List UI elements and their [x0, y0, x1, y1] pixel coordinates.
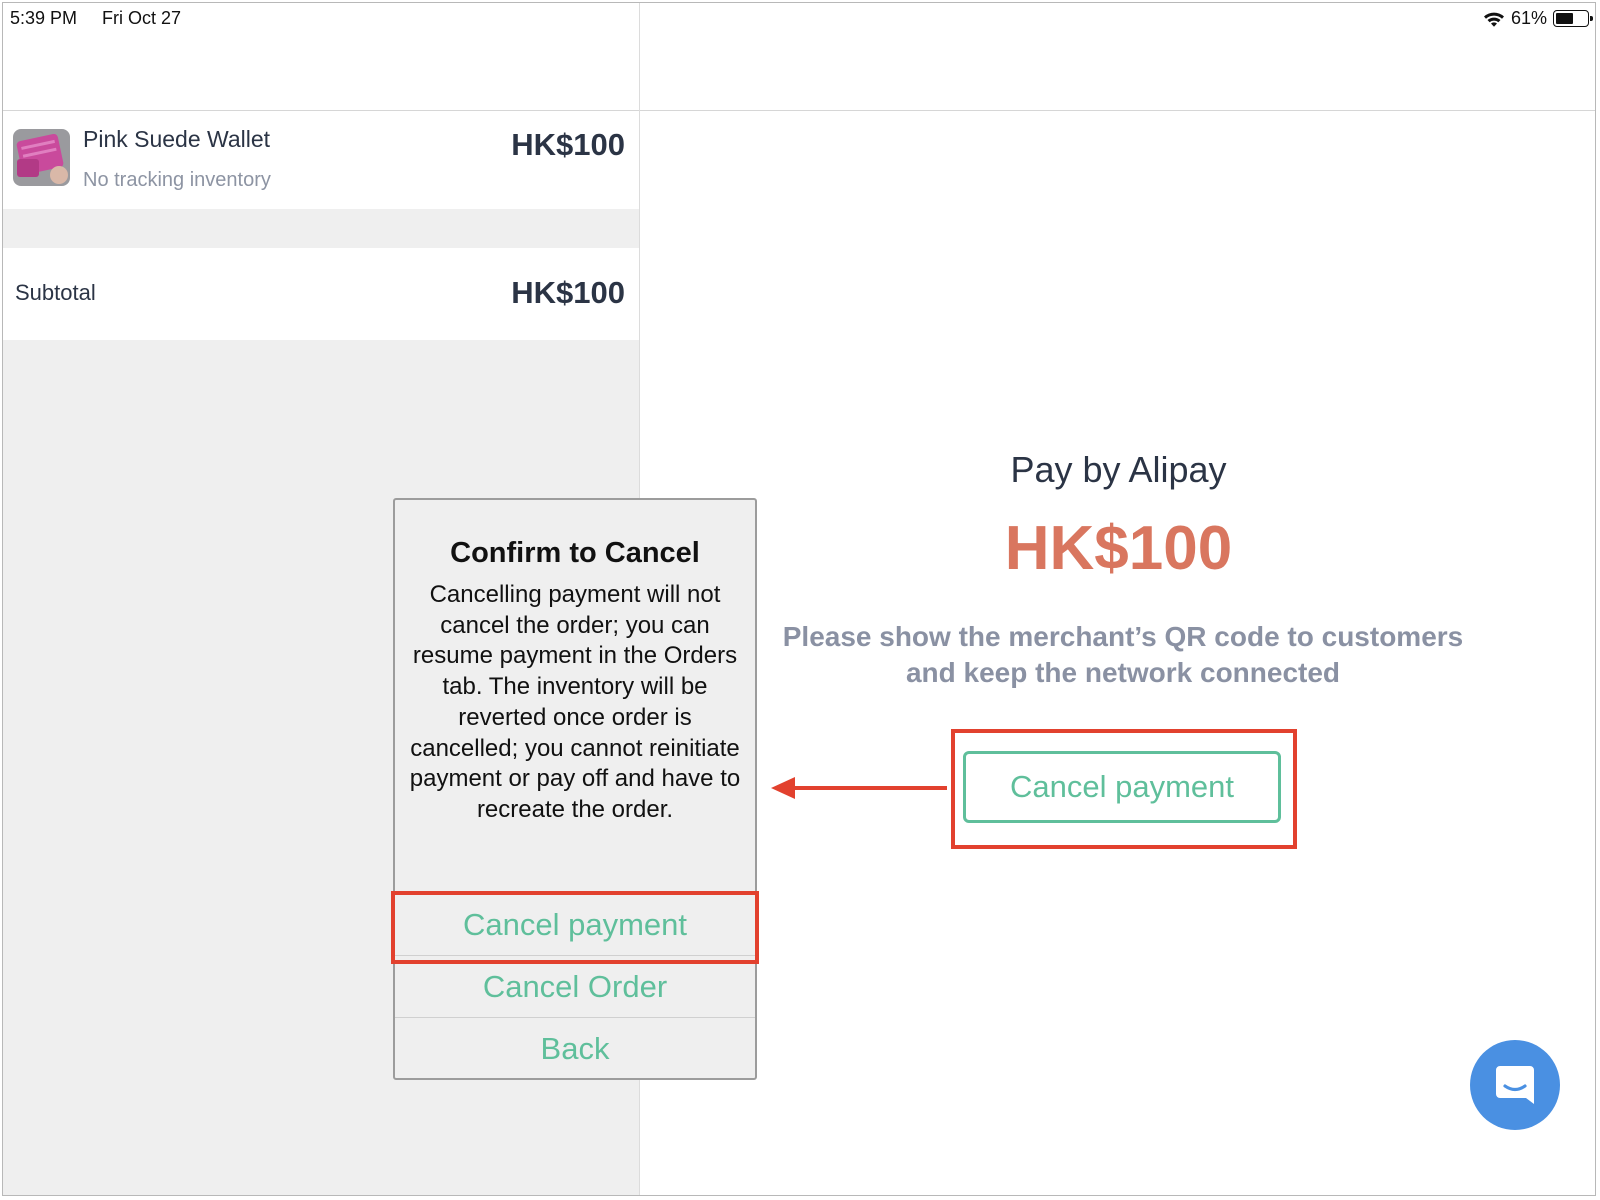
wifi-icon: [1483, 12, 1504, 27]
chat-icon: [1496, 1066, 1534, 1104]
dialog-title: Confirm to Cancel: [450, 537, 700, 569]
product-thumbnail: [13, 129, 70, 186]
cart-item[interactable]: Pink Suede Wallet No tracking inventory …: [3, 111, 639, 209]
battery-percent: 61%: [1510, 8, 1547, 28]
battery-icon: [1553, 10, 1593, 27]
chat-support-button[interactable]: [1470, 1040, 1560, 1130]
product-price: HK$100: [511, 127, 625, 162]
status-date: Fri Oct 27: [102, 8, 182, 28]
subtotal-row: Subtotal HK$100: [3, 248, 639, 340]
dialog-message: Cancelling payment will not cancel the o…: [409, 581, 741, 823]
payment-amount: HK$100: [1004, 514, 1233, 583]
cancel-payment-button[interactable]: Cancel payment: [963, 751, 1281, 823]
dialog-back-button[interactable]: Back: [395, 1017, 755, 1079]
product-name: Pink Suede Wallet: [83, 126, 271, 152]
payment-method-title: Pay by Alipay: [1010, 449, 1227, 490]
status-bar: 5:39 PM Fri Oct 27 61%: [3, 3, 1595, 33]
app-window: Pink Suede Wallet No tracking inventory …: [2, 2, 1596, 1196]
product-inventory-note: No tracking inventory: [83, 169, 271, 191]
status-time: 5:39 PM: [10, 8, 78, 28]
header-divider: [640, 110, 1595, 111]
payment-instructions: Please show the merchant’s QR code to cu…: [782, 621, 1464, 688]
confirm-cancel-dialog: Confirm to Cancel Cancelling payment wil…: [393, 498, 757, 1080]
subtotal-label: Subtotal: [15, 280, 96, 305]
status-indicators: 61%: [1483, 8, 1593, 29]
battery-level: [1556, 13, 1573, 24]
arrow-left-icon: [771, 777, 947, 799]
highlight-box-dialog-cancel-payment: [391, 891, 759, 964]
dialog-cancel-order-button[interactable]: Cancel Order: [395, 955, 755, 1017]
subtotal-value: HK$100: [511, 275, 625, 310]
